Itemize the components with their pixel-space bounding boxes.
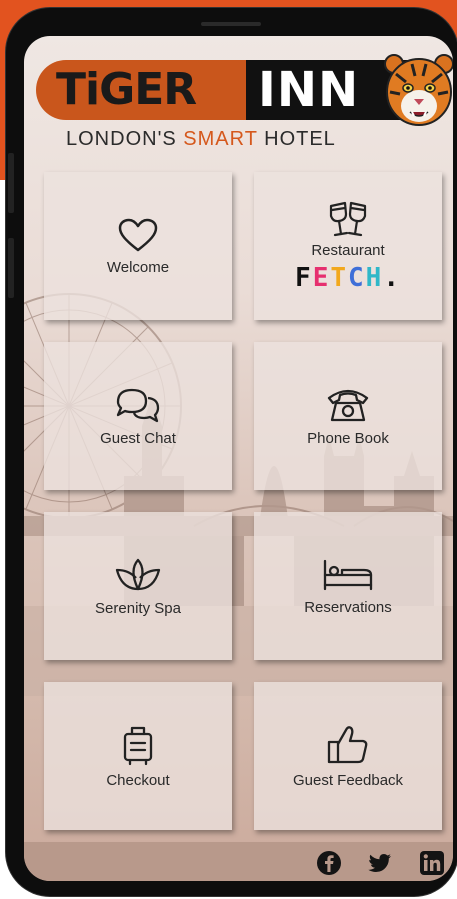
tile-guest-feedback[interactable]: Guest Feedback [254, 682, 442, 830]
tile-label-restaurant: Restaurant [311, 241, 385, 259]
thumbs-up-icon [327, 725, 368, 763]
tile-label-guest-feedback: Guest Feedback [292, 771, 404, 789]
volume-button [8, 153, 14, 213]
speaker-grille [201, 22, 261, 26]
tagline-accent: SMART [183, 128, 258, 150]
lotus-icon [115, 558, 161, 590]
fetch-letter-t: T [330, 262, 348, 293]
facebook-icon[interactable] [316, 850, 342, 876]
telephone-icon [327, 389, 369, 421]
fetch-letter-dot: . [383, 262, 401, 293]
tile-guest-chat[interactable]: Guest Chat [44, 342, 232, 490]
tile-label-checkout: Checkout [106, 771, 170, 789]
tile-restaurant[interactable]: Restaurant FETCH. [254, 172, 442, 320]
fetch-letter-h: H [365, 262, 384, 293]
fetch-letter-f: F [295, 262, 313, 293]
tile-label-welcome: Welcome [106, 258, 170, 276]
champagne-glasses-icon [329, 201, 367, 236]
hotel-logo: TiGER INN [36, 54, 453, 128]
tile-phone-book[interactable]: Phone Book [254, 342, 442, 490]
twitter-icon[interactable] [367, 850, 393, 876]
power-button [8, 238, 14, 298]
tile-label-phone-book: Phone Book [307, 429, 389, 447]
fetch-letter-e: E [312, 262, 331, 293]
phone-frame: TiGER INN LONDON'S SMART HOTEL Welcome R… [6, 8, 457, 896]
tile-checkout[interactable]: Checkout [44, 682, 232, 830]
hotel-tagline: LONDON'S SMART HOTEL [66, 128, 406, 151]
tile-label-serenity-spa: Serenity Spa [95, 599, 181, 617]
fetch-logo: FETCH. [295, 263, 401, 293]
bed-icon [323, 559, 373, 590]
luggage-icon [123, 726, 153, 765]
tile-welcome[interactable]: Welcome [44, 172, 232, 320]
tile-reservations[interactable]: Reservations [254, 512, 442, 660]
tile-label-reservations: Reservations [304, 598, 392, 616]
chat-bubbles-icon [116, 388, 160, 422]
app-screen: TiGER INN LONDON'S SMART HOTEL Welcome R… [24, 36, 453, 881]
tagline-part2: HOTEL [257, 128, 336, 150]
tiger-mascot-icon [384, 54, 453, 126]
tile-label-guest-chat: Guest Chat [100, 429, 176, 447]
tile-serenity-spa[interactable]: Serenity Spa [44, 512, 232, 660]
footer-bar [24, 842, 453, 881]
tagline-part1: LONDON'S [66, 128, 184, 150]
fetch-letter-c: C [348, 262, 366, 293]
linkedin-icon[interactable] [419, 850, 445, 876]
logo-text-left: TiGER [36, 60, 246, 120]
heart-icon [118, 218, 158, 251]
